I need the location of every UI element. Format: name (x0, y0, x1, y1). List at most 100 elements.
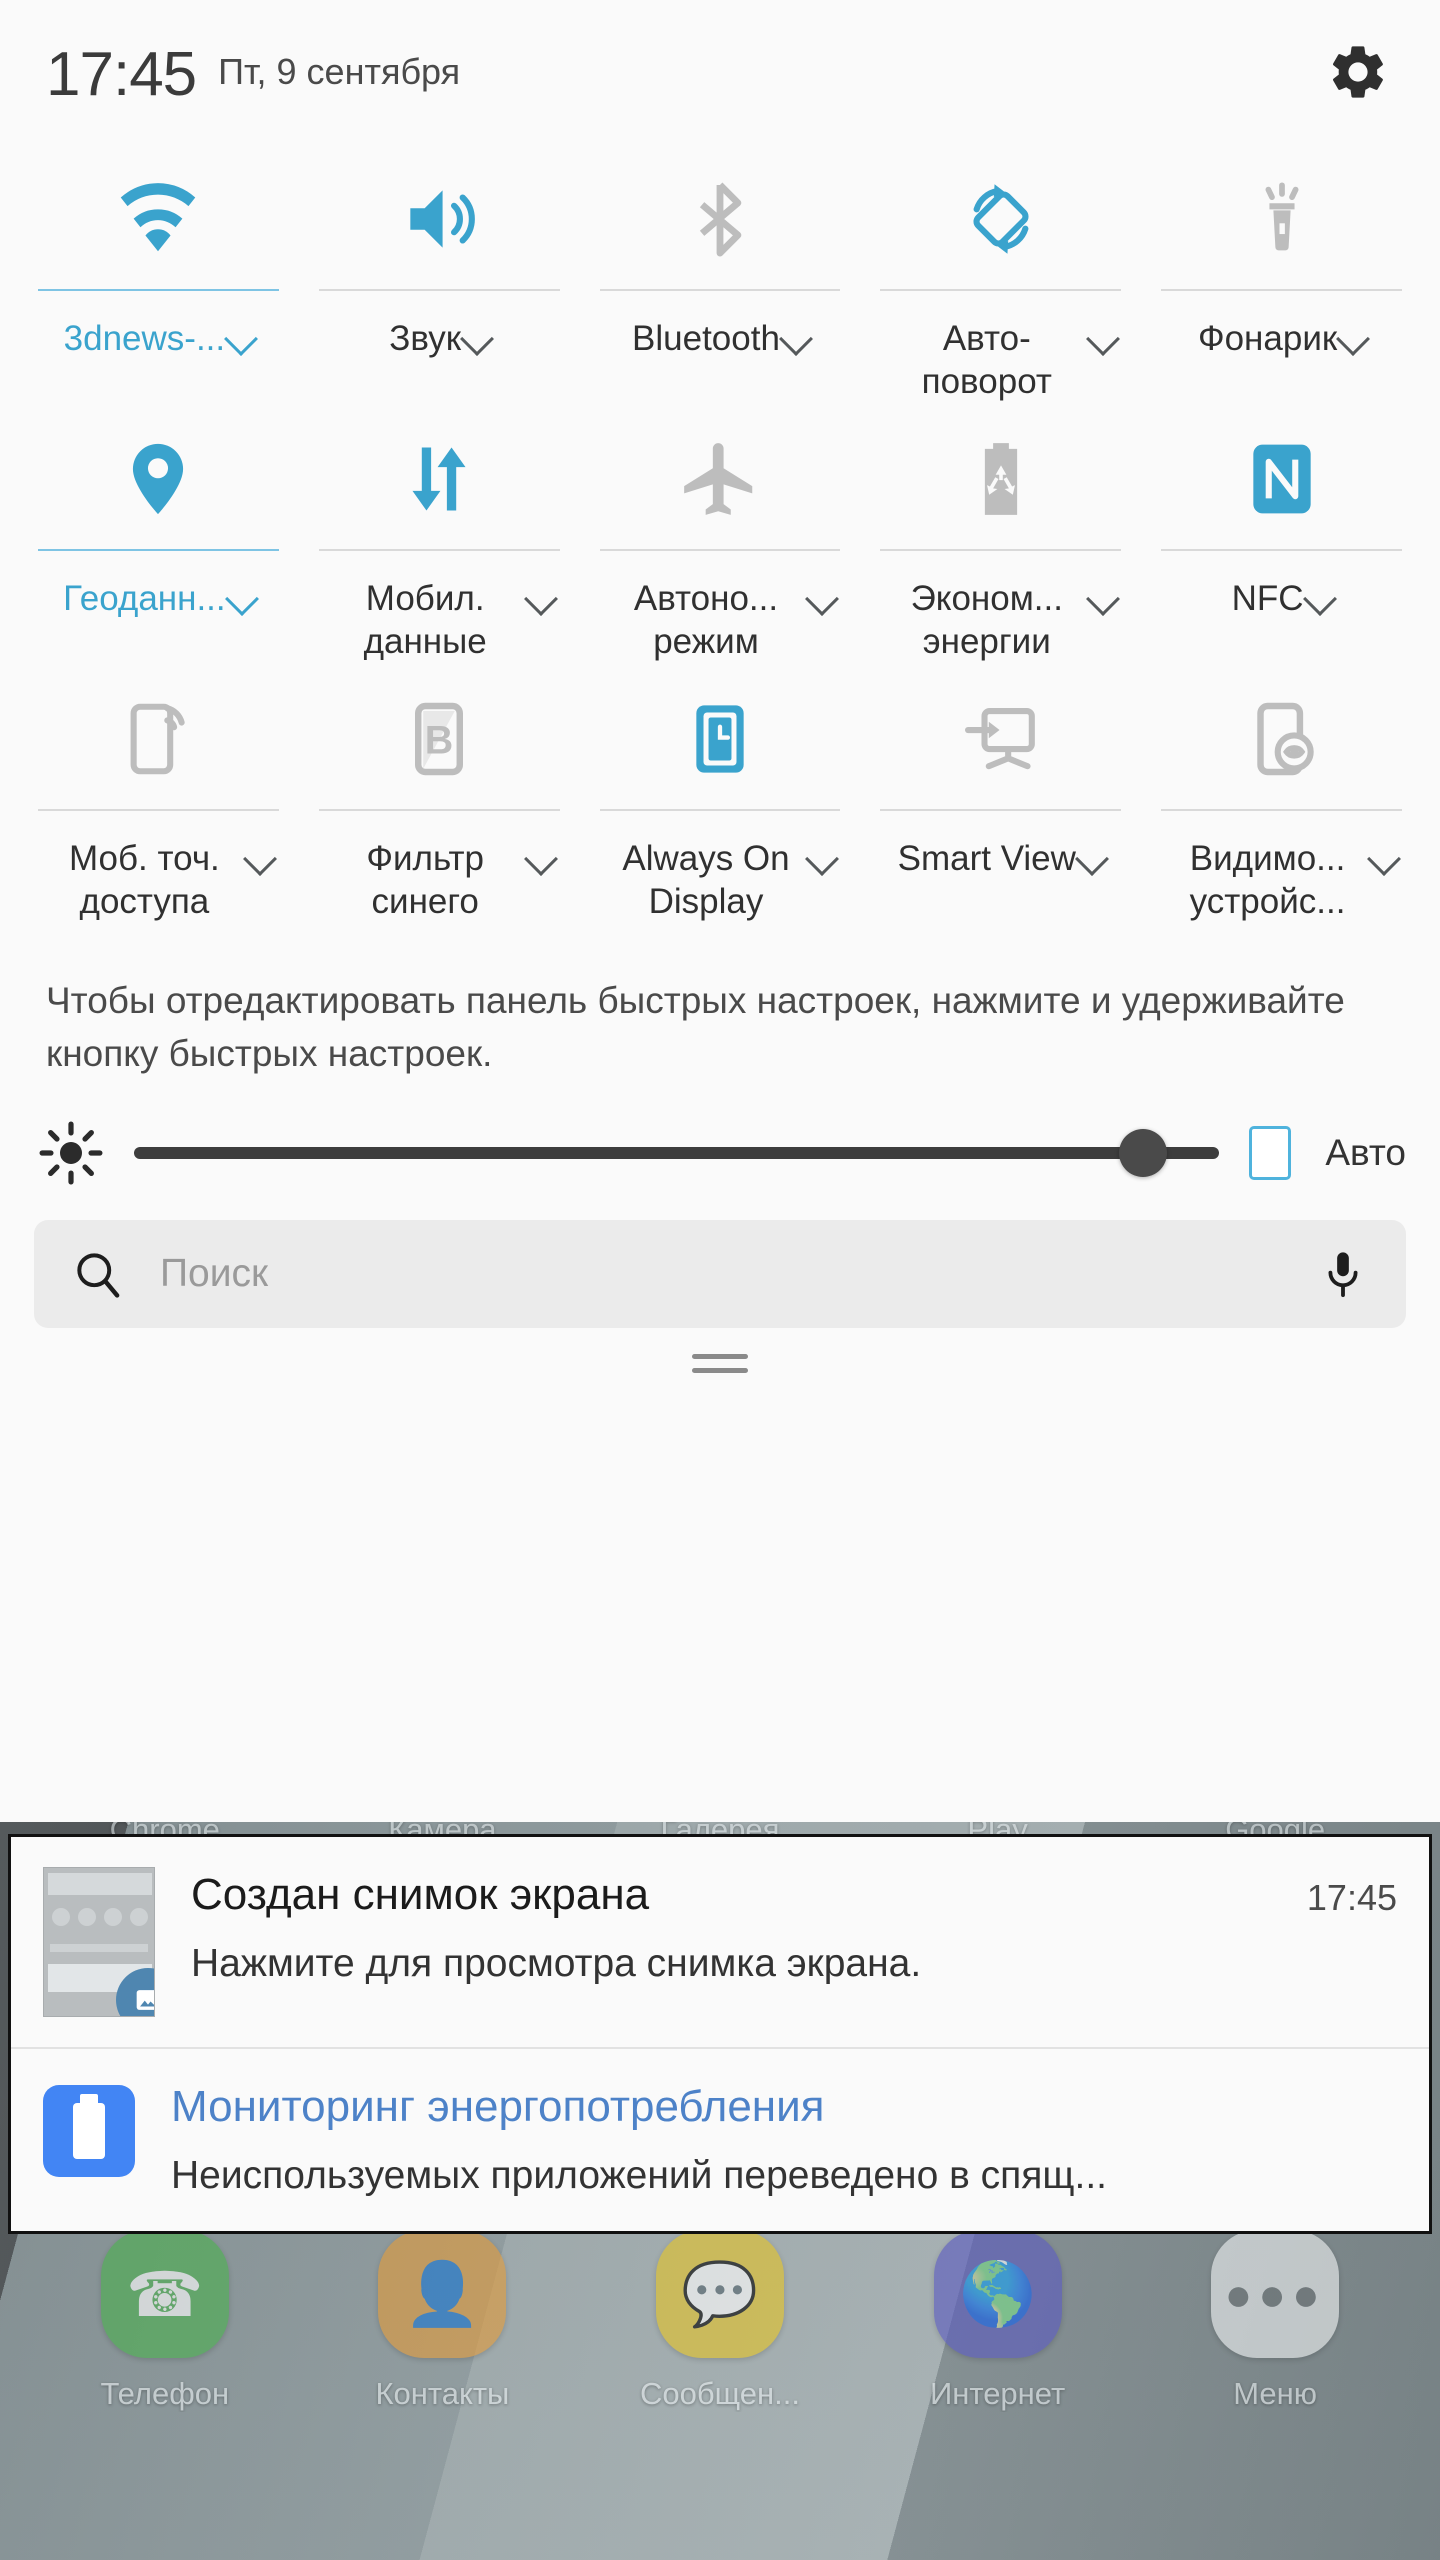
tile-bluetooth[interactable]: Bluetooth (580, 149, 861, 409)
chevron-down-icon[interactable] (1336, 322, 1371, 356)
notification-text: Нажмите для просмотра снимка экрана. (191, 1941, 922, 1985)
quick-settings-tiles: 3dnews-... Звук Bluetooth Авто-поворот Ф… (0, 125, 1440, 929)
tile-label: Геоданн... (63, 579, 226, 618)
dock-item-messages[interactable]: 💬 Сообщен... (620, 2230, 820, 2412)
quick-settings-panel: 17:45 Пт, 9 сентября 3dnews-... Звук Blu… (0, 0, 1440, 1822)
device-visibility-icon (1256, 702, 1314, 776)
tile-auto-rotate[interactable]: Авто-поворот (860, 149, 1141, 409)
dock-label: Контакты (375, 2376, 510, 2411)
tile-label: NFC (1231, 579, 1304, 618)
image-glyph (136, 1990, 154, 2010)
notification-stack: Создан снимок экрана Нажмите для просмот… (8, 1834, 1432, 2234)
tile-divider (318, 809, 560, 811)
dock-label: Интернет (929, 2376, 1066, 2411)
search-input[interactable]: Поиск (160, 1252, 1316, 1296)
dock-label: Меню (1233, 2376, 1318, 2411)
always-on-display-icon (696, 705, 744, 773)
microphone-icon[interactable] (1316, 1247, 1370, 1301)
svg-text:B: B (425, 718, 453, 762)
tile-divider (880, 549, 1122, 551)
tile-divider (599, 809, 841, 811)
flashlight-icon (1265, 182, 1299, 251)
chevron-down-icon[interactable] (805, 582, 839, 616)
nfc-icon (1252, 444, 1311, 514)
tile-label: Smart View (897, 839, 1076, 878)
tile-divider (318, 549, 560, 551)
notification-text: Неиспользуемых приложений переведено в с… (171, 2153, 1107, 2197)
tile-label: Always On Display (622, 839, 790, 922)
auto-rotate-icon (973, 184, 1029, 254)
smart-view-icon (964, 708, 1035, 770)
edit-panel-hint: Чтобы отредактировать панель быстрых нас… (46, 980, 1345, 1074)
tile-flashlight[interactable]: Фонарик (1141, 149, 1422, 409)
hotspot-icon (130, 703, 186, 775)
tile-label: Эконом... энергии (910, 579, 1063, 662)
phone-screen: Chrome Камера Галерея Play Google ☎ Теле… (0, 0, 1440, 2560)
tile-mobile-hotspot[interactable]: Моб. точ. доступа (18, 669, 299, 929)
tile-always-on-display[interactable]: Always On Display (580, 669, 861, 929)
tile-label: Фильтр синего (366, 839, 484, 922)
status-bar: 17:45 Пт, 9 сентября (0, 0, 1440, 125)
chevron-down-icon[interactable] (460, 322, 495, 356)
power-saving-icon (984, 443, 1017, 515)
notification-screenshot[interactable]: Создан снимок экрана Нажмите для просмот… (11, 1837, 1429, 2047)
chevron-down-icon[interactable] (1302, 582, 1337, 616)
tile-device-visibility[interactable]: Видимо... устройс... (1141, 669, 1422, 929)
tile-location[interactable]: Геоданн... (18, 409, 299, 669)
home-dock: ☎ Телефон 👤 Контакты 💬 Сообщен... 🌎 Инте… (0, 2230, 1440, 2412)
airplane-icon (684, 443, 753, 515)
search-bar[interactable]: Поиск (34, 1220, 1406, 1329)
tile-wifi[interactable]: 3dnews-... (18, 149, 299, 409)
chevron-down-icon[interactable] (524, 582, 559, 616)
chevron-down-icon[interactable] (243, 842, 278, 876)
tile-label: Авто-поворот (921, 319, 1052, 402)
chevron-down-icon[interactable] (1085, 322, 1120, 356)
auto-brightness-checkbox[interactable] (1249, 1126, 1292, 1181)
chevron-down-icon[interactable] (1074, 842, 1109, 876)
settings-button[interactable] (1322, 34, 1394, 115)
wifi-icon (121, 183, 196, 252)
tile-airplane-mode[interactable]: Автоно... режим (580, 409, 861, 669)
phone-icon: ☎ (100, 2230, 229, 2358)
browser-icon: 🌎 (933, 2230, 1062, 2358)
chevron-down-icon[interactable] (1085, 582, 1120, 616)
chevron-down-icon[interactable] (224, 322, 259, 356)
tile-nfc[interactable]: NFC (1141, 409, 1422, 669)
blue-light-filter-icon: B (415, 702, 464, 776)
dock-item-contacts[interactable]: 👤 Контакты (342, 2230, 542, 2412)
tile-label: 3dnews-... (63, 319, 226, 358)
dock-item-internet[interactable]: 🌎 Интернет (898, 2230, 1098, 2412)
chevron-down-icon[interactable] (778, 322, 813, 356)
tile-label: Видимо... устройс... (1189, 839, 1346, 922)
mobile-data-icon (412, 447, 466, 511)
search-container: Поиск (0, 1186, 1440, 1329)
tile-blue-light-filter[interactable]: B Фильтр синего (299, 669, 580, 929)
tile-label: Фонарик (1197, 319, 1338, 358)
tile-mobile-data[interactable]: Мобил. данные (299, 409, 580, 669)
brightness-slider[interactable] (134, 1129, 1220, 1178)
apps-menu-icon: ●●● (1211, 2230, 1340, 2358)
tile-label: Моб. точ. доступа (68, 839, 220, 922)
chevron-down-icon[interactable] (224, 582, 259, 616)
volume-icon (410, 190, 475, 248)
panel-drag-handle[interactable] (692, 1354, 748, 1374)
screenshot-thumbnail (43, 1867, 155, 2017)
tile-label: Bluetooth (632, 319, 780, 358)
dock-item-phone[interactable]: ☎ Телефон (65, 2230, 265, 2412)
tile-divider (880, 809, 1122, 811)
tile-label: Звук (389, 319, 462, 358)
tile-sound[interactable]: Звук (299, 149, 580, 409)
chevron-down-icon[interactable] (1366, 842, 1401, 876)
notification-power-monitor[interactable]: Мониторинг энергопотребления Неиспользуе… (11, 2047, 1429, 2231)
chevron-down-icon[interactable] (805, 842, 839, 876)
chevron-down-icon[interactable] (524, 842, 559, 876)
tile-label: Мобил. данные (363, 579, 487, 662)
tile-divider (880, 289, 1122, 291)
tile-divider (599, 549, 841, 551)
tile-smart-view[interactable]: Smart View (860, 669, 1141, 929)
brightness-slider-thumb[interactable] (1119, 1129, 1168, 1178)
dock-item-menu[interactable]: ●●● Меню (1175, 2230, 1375, 2412)
tile-power-saving[interactable]: Эконом... энергии (860, 409, 1141, 669)
clock-date: Пт, 9 сентября (218, 50, 461, 92)
battery-glyph (73, 2094, 105, 2159)
